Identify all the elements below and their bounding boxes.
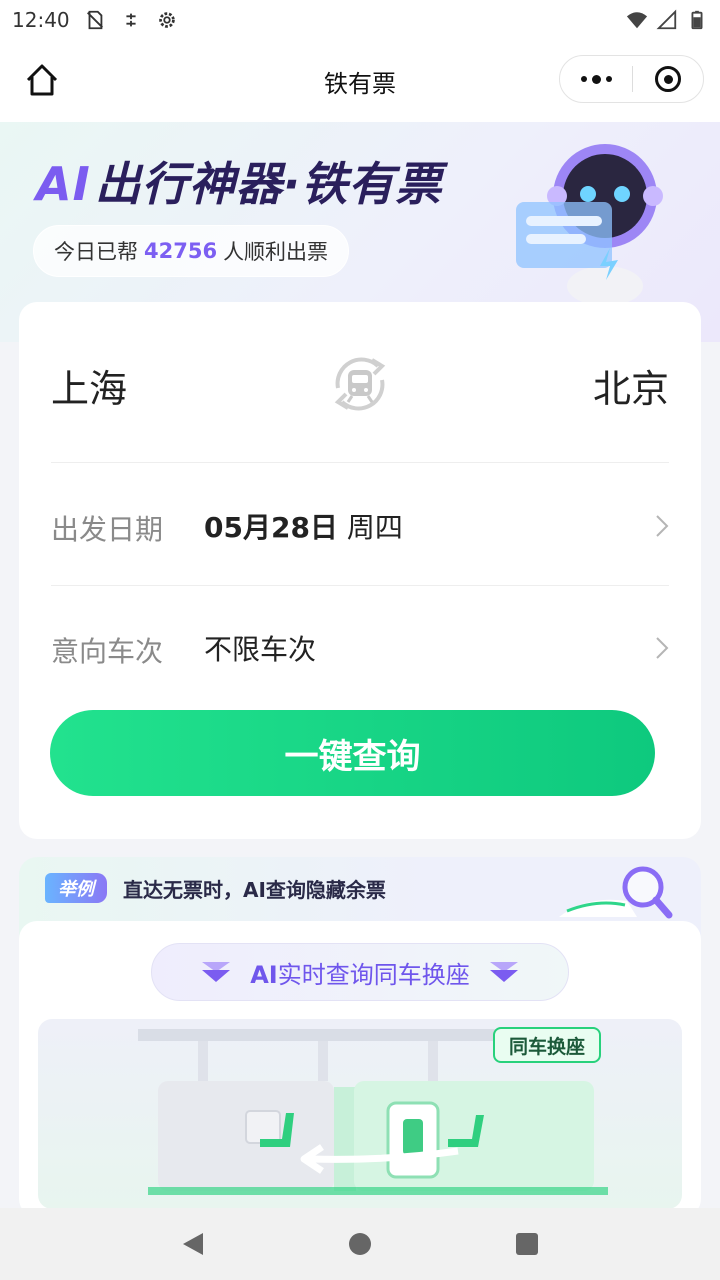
chevron-right-icon: [656, 637, 669, 659]
status-time: 12:40: [12, 8, 70, 32]
example-subtitle-text: 实时查询同车换座: [277, 960, 470, 989]
system-navigation-bar: [0, 1208, 720, 1280]
hero-title: AI出行神器·铁有票: [36, 148, 442, 214]
train-value: 不限车次: [204, 633, 317, 666]
swap-stations-icon[interactable]: [324, 348, 396, 420]
date-value: 05月28日 周四: [204, 506, 403, 546]
more-button[interactable]: [560, 56, 632, 102]
status-bar: 12:40: [0, 0, 720, 40]
recents-square-icon: [515, 1233, 538, 1255]
example-subtitle-pill: AI实时查询同车换座: [151, 943, 569, 1001]
home-circle-icon: [348, 1233, 371, 1255]
chevron-right-icon: [656, 515, 669, 537]
date-text: 05月28日: [204, 511, 338, 544]
hero-title-ai: AI: [36, 157, 91, 211]
example-subtitle: AI实时查询同车换座: [250, 955, 470, 990]
more-dot-icon: [605, 76, 612, 82]
home-icon[interactable]: [22, 60, 62, 100]
page-title: 铁有票: [324, 69, 396, 98]
seat-swap-badge: 同车换座: [493, 1027, 601, 1063]
weekday-text: 周四: [346, 511, 403, 544]
close-button[interactable]: [633, 66, 703, 92]
back-triangle-icon: [183, 1233, 204, 1255]
double-chevron-down-icon: [489, 962, 518, 982]
no-sim-icon: [86, 10, 103, 30]
search-button[interactable]: 一键查询: [50, 710, 655, 796]
hero-title-text: 出行神器·铁有票: [94, 157, 443, 211]
pill-suffix: 人顺利出票: [223, 240, 329, 264]
divider: [51, 462, 669, 463]
search-card: 上海 北京 出发日期 05月28日 周四 意向车次 不限车次 一键查询: [19, 302, 701, 839]
train-label: 意向车次: [51, 635, 164, 668]
example-tag: 举例: [45, 873, 107, 903]
battery-icon: [691, 10, 703, 30]
example-title: 直达无票时，AI查询隐藏余票: [123, 877, 386, 902]
tickets-issued-pill: 今日已帮 42756 人顺利出票: [33, 225, 350, 277]
home-nav-button[interactable]: [344, 1228, 376, 1260]
back-button[interactable]: [177, 1228, 209, 1260]
example-subtitle-ai: AI: [250, 960, 278, 989]
divider: [51, 585, 669, 586]
seat-swap-illustration: 同车换座: [38, 1019, 682, 1209]
arrival-city[interactable]: 北京: [593, 358, 669, 413]
settings-icon: [158, 12, 175, 28]
train-magnifier-icon: [559, 866, 673, 919]
wifi-icon: [626, 12, 648, 29]
departure-city[interactable]: 上海: [51, 358, 127, 413]
pill-count: 42756: [144, 239, 218, 263]
capsule-menu: [559, 55, 704, 103]
robot-mascot-icon: [516, 144, 663, 306]
target-circle-icon: [655, 66, 681, 92]
signal-icon: [656, 9, 677, 30]
double-chevron-down-icon: [202, 962, 231, 982]
more-dot-icon: [591, 74, 601, 84]
pill-prefix: 今日已帮: [54, 240, 138, 264]
example-card: 举例 直达无票时，AI查询隐藏余票 AI实时查询同车换座 同车换座: [19, 857, 701, 1217]
date-label: 出发日期: [51, 513, 164, 546]
mini-program-title-bar: 铁有票: [0, 40, 720, 122]
example-body: AI实时查询同车换座 同车换座: [19, 921, 701, 1217]
data-saver-icon: [126, 13, 136, 27]
more-dot-icon: [580, 76, 587, 82]
recents-button[interactable]: [511, 1228, 543, 1260]
